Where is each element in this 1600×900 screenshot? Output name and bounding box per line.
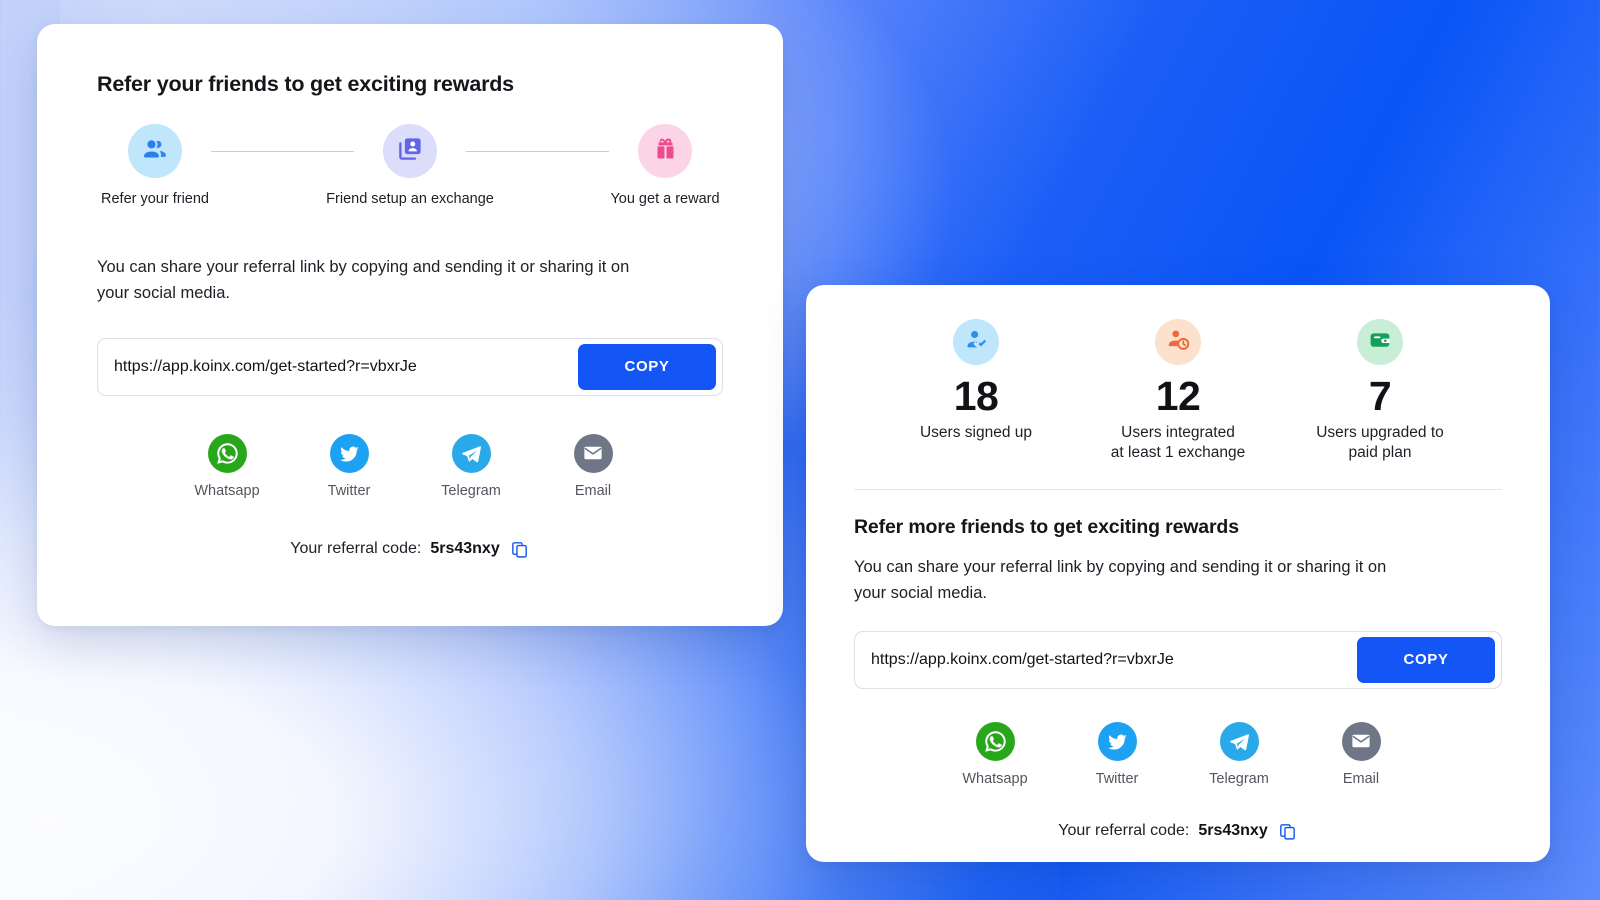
email-icon (573, 433, 613, 473)
section-title: Refer more friends to get exciting rewar… (854, 516, 1239, 539)
social-label: Twitter (1095, 770, 1139, 787)
stat-bubble (1155, 319, 1201, 365)
share-telegram[interactable]: Telegram (435, 433, 507, 499)
section-divider (854, 489, 1502, 491)
page-title: Refer your friends to get exciting rewar… (97, 72, 514, 96)
share-telegram[interactable]: Telegram (1203, 721, 1275, 787)
step-friend-setup-exchange: Friend setup an exchange (326, 124, 494, 207)
share-twitter[interactable]: Twitter (1081, 721, 1153, 787)
referral-code-label: Your referral code: (290, 540, 422, 558)
share-email[interactable]: Email (557, 433, 629, 499)
referral-link-text: https://app.koinx.com/get-started?r=vbxr… (871, 650, 1174, 668)
telegram-icon (451, 433, 491, 473)
referral-description: You can share your referral link by copy… (854, 558, 1387, 603)
stat-value: 18 (953, 373, 999, 419)
twitter-icon (1097, 721, 1137, 761)
step-bubble (383, 124, 437, 178)
referral-code-label: Your referral code: (1058, 822, 1190, 840)
copy-icon[interactable] (1277, 821, 1298, 842)
step-connector-1 (211, 151, 354, 152)
share-email[interactable]: Email (1325, 721, 1397, 787)
social-label: Email (1342, 770, 1380, 787)
referral-link-box[interactable]: https://app.koinx.com/get-started?r=vbxr… (854, 630, 1502, 689)
telegram-icon (1219, 721, 1259, 761)
step-refer-friend: Refer your friend (99, 124, 211, 207)
social-label: Twitter (327, 482, 371, 499)
referral-stats: 18 Users signed up 12 Users integrated a… (854, 319, 1502, 463)
email-icon (1341, 721, 1381, 761)
referral-description: You can share your referral link by copy… (97, 258, 630, 303)
referral-link-box[interactable]: https://app.koinx.com/get-started?r=vbxr… (97, 337, 723, 396)
user-check-icon (964, 327, 989, 357)
referral-card-right: 18 Users signed up 12 Users integrated a… (806, 285, 1550, 862)
whatsapp-icon (975, 721, 1015, 761)
referral-link-text: https://app.koinx.com/get-started?r=vbxr… (114, 357, 417, 375)
social-label: Whatsapp (962, 770, 1028, 787)
copy-icon[interactable] (509, 539, 530, 560)
social-label: Telegram (441, 482, 501, 499)
referral-steps: Refer your friend Friend setup an exchan… (97, 124, 723, 207)
social-label: Whatsapp (194, 482, 260, 499)
social-share-row: Whatsapp Twitter Telegram Email (854, 721, 1502, 787)
step-label: You get a reward (610, 191, 720, 207)
stat-value: 12 (1155, 373, 1201, 419)
referral-card-left: Refer your friends to get exciting rewar… (37, 24, 783, 626)
referral-code-row: Your referral code: 5rs43nxy (854, 821, 1502, 842)
share-twitter[interactable]: Twitter (313, 433, 385, 499)
share-whatsapp[interactable]: Whatsapp (191, 433, 263, 499)
stat-label: Users upgraded to paid plan (1316, 423, 1444, 461)
step-bubble (638, 124, 692, 178)
gift-icon (652, 135, 679, 167)
social-label: Telegram (1209, 770, 1269, 787)
step-label: Friend setup an exchange (326, 191, 494, 207)
step-connector-2 (466, 151, 609, 152)
share-whatsapp[interactable]: Whatsapp (959, 721, 1031, 787)
stat-users-signed-up: 18 Users signed up (876, 319, 1076, 463)
stat-bubble (953, 319, 999, 365)
social-share-row: Whatsapp Twitter Telegram Email (97, 433, 723, 499)
stat-value: 7 (1368, 373, 1392, 419)
referral-code-row: Your referral code: 5rs43nxy (97, 539, 723, 560)
contact-card-icon (397, 135, 424, 167)
stat-label: Users integrated at least 1 exchange (1110, 423, 1246, 461)
copy-link-button[interactable]: COPY (578, 343, 716, 390)
stat-bubble (1357, 319, 1403, 365)
twitter-icon (329, 433, 369, 473)
stat-label: Users signed up (919, 423, 1032, 441)
wallet-icon (1368, 328, 1392, 357)
referral-code-value: 5rs43nxy (1198, 822, 1268, 840)
step-you-get-reward: You get a reward (609, 124, 721, 207)
referral-code-value: 5rs43nxy (430, 540, 500, 558)
user-clock-icon (1166, 327, 1191, 357)
stat-users-upgraded: 7 Users upgraded to paid plan (1280, 319, 1480, 463)
social-label: Email (574, 482, 612, 499)
step-bubble (128, 124, 182, 178)
whatsapp-icon (207, 433, 247, 473)
people-icon (141, 135, 169, 168)
step-label: Refer your friend (101, 191, 209, 207)
copy-link-button[interactable]: COPY (1357, 636, 1495, 683)
stat-users-integrated: 12 Users integrated at least 1 exchange (1078, 319, 1278, 463)
